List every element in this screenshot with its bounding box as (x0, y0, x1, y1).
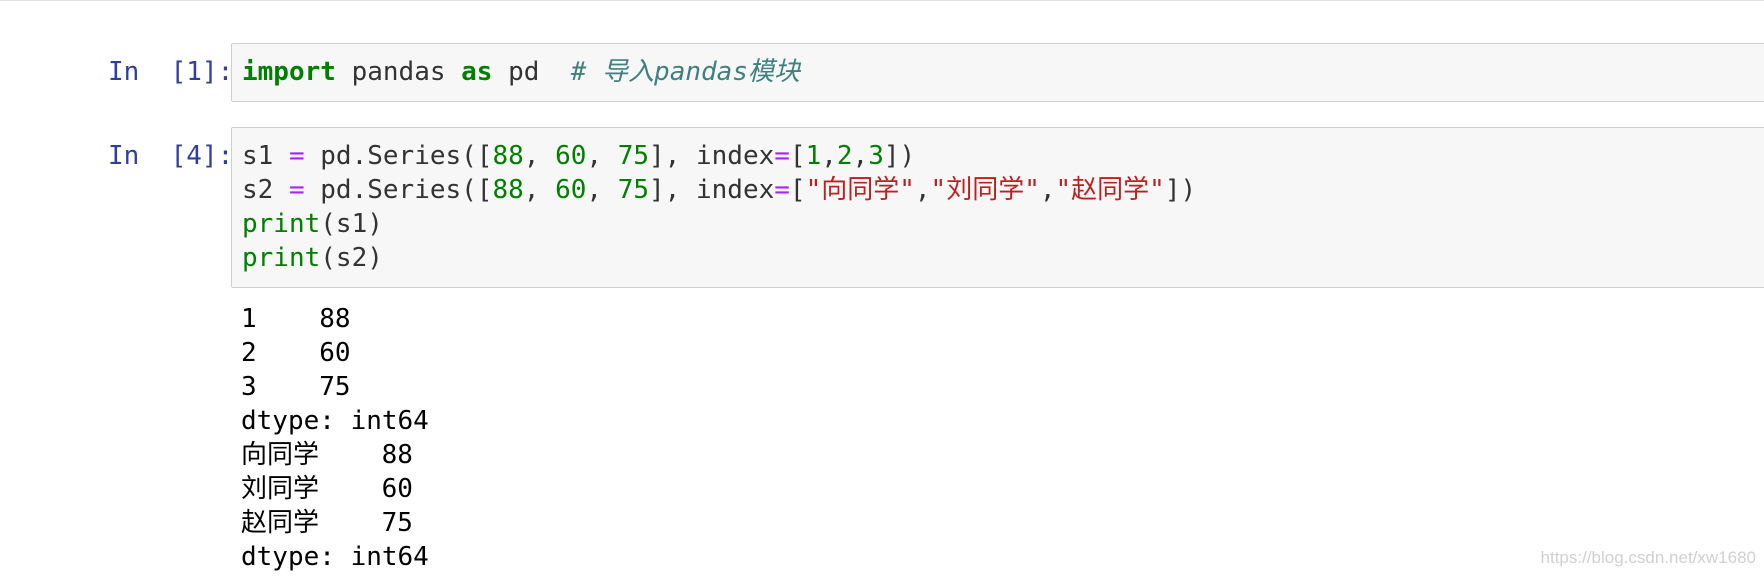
code-token-text: (s1) (320, 209, 383, 239)
code-token-text: (s2) (320, 243, 383, 273)
code-token-punct: , (586, 141, 618, 171)
code-token-punct: [ (789, 175, 806, 205)
code-token-number: 75 (617, 141, 650, 171)
code-token-operator: = (288, 141, 305, 171)
output-line: dtype: int64 (241, 406, 429, 436)
output-line: 刘同学 60 (241, 474, 413, 504)
code-token-keyword: import (242, 57, 336, 87)
code-token-call: pd.Series([ (304, 175, 493, 205)
code-token-var: s2 (242, 175, 289, 205)
code-token-number: 3 (868, 141, 884, 171)
code-token-var: s1 (242, 141, 289, 171)
code-token-punct: , (821, 141, 837, 171)
cell-prompt: In [1]: (108, 57, 234, 87)
code-line: print(s2) (242, 241, 383, 275)
code-token-module: pandas (335, 57, 462, 87)
code-token-operator: = (774, 141, 790, 171)
output-line: 向同学 88 (241, 440, 413, 470)
code-token-punct: [ (789, 141, 806, 171)
code-token-builtin: print (242, 209, 321, 239)
output-line: dtype: int64 (241, 542, 429, 572)
code-token-punct: , (852, 141, 869, 171)
code-token-punct: , (523, 141, 556, 171)
cell-input-editor[interactable]: import pandas as pd # 导入pandas模块 (231, 43, 1764, 102)
output-line: 3 75 (241, 372, 351, 402)
code-token-string: "刘同学" (930, 175, 1040, 205)
cell-input-editor[interactable]: s1 = pd.Series([88, 60, 75], index=[1,2,… (231, 127, 1764, 288)
code-token-number: 1 (805, 141, 822, 171)
code-token-alias: pd (492, 57, 571, 87)
code-token-keyword: as (461, 57, 493, 87)
code-line: import pandas as pd # 导入pandas模块 (242, 55, 800, 89)
code-token-punct: , (586, 175, 618, 205)
code-token-operator: = (288, 175, 305, 205)
code-cell-4[interactable]: In [4]: s1 = pd.Series([88, 60, 75], ind… (0, 126, 1764, 576)
code-token-text: ], index (649, 141, 775, 171)
output-line: 1 88 (241, 304, 351, 334)
code-token-number: 75 (617, 175, 650, 205)
code-token-text: ], index (649, 175, 775, 205)
code-token-number: 88 (492, 175, 524, 205)
code-token-punct: , (1039, 175, 1056, 205)
watermark-text: https://blog.csdn.net/xw1680 (1540, 548, 1756, 567)
code-token-operator: = (774, 175, 790, 205)
code-token-string: "赵同学" (1055, 175, 1165, 205)
code-cell-1[interactable]: In [1]: import pandas as pd # 导入pandas模块 (0, 42, 1764, 102)
cell-output: 1 88 2 60 3 75 dtype: int64 向同学 88 刘同学 6… (231, 296, 1731, 576)
code-token-punct: ]) (883, 141, 916, 171)
code-token-string: "向同学" (805, 175, 915, 205)
code-token-number: 60 (555, 141, 587, 171)
output-line: 赵同学 75 (241, 508, 413, 538)
code-token-builtin: print (242, 243, 321, 273)
code-line: s2 = pd.Series([88, 60, 75], index=["向同学… (242, 173, 1196, 207)
cell-prompt: In [4]: (108, 141, 234, 171)
code-token-call: pd.Series([ (304, 141, 493, 171)
output-line: 2 60 (241, 338, 351, 368)
top-divider (0, 0, 1764, 1)
code-token-number: 60 (555, 175, 587, 205)
code-token-punct: ]) (1164, 175, 1197, 205)
code-line: print(s1) (242, 207, 383, 241)
code-token-comment: # 导入pandas模块 (570, 57, 800, 87)
code-line: s1 = pd.Series([88, 60, 75], index=[1,2,… (242, 139, 915, 173)
code-token-number: 88 (492, 141, 524, 171)
code-token-punct: , (523, 175, 556, 205)
code-token-punct: , (914, 175, 931, 205)
code-token-number: 2 (836, 141, 853, 171)
